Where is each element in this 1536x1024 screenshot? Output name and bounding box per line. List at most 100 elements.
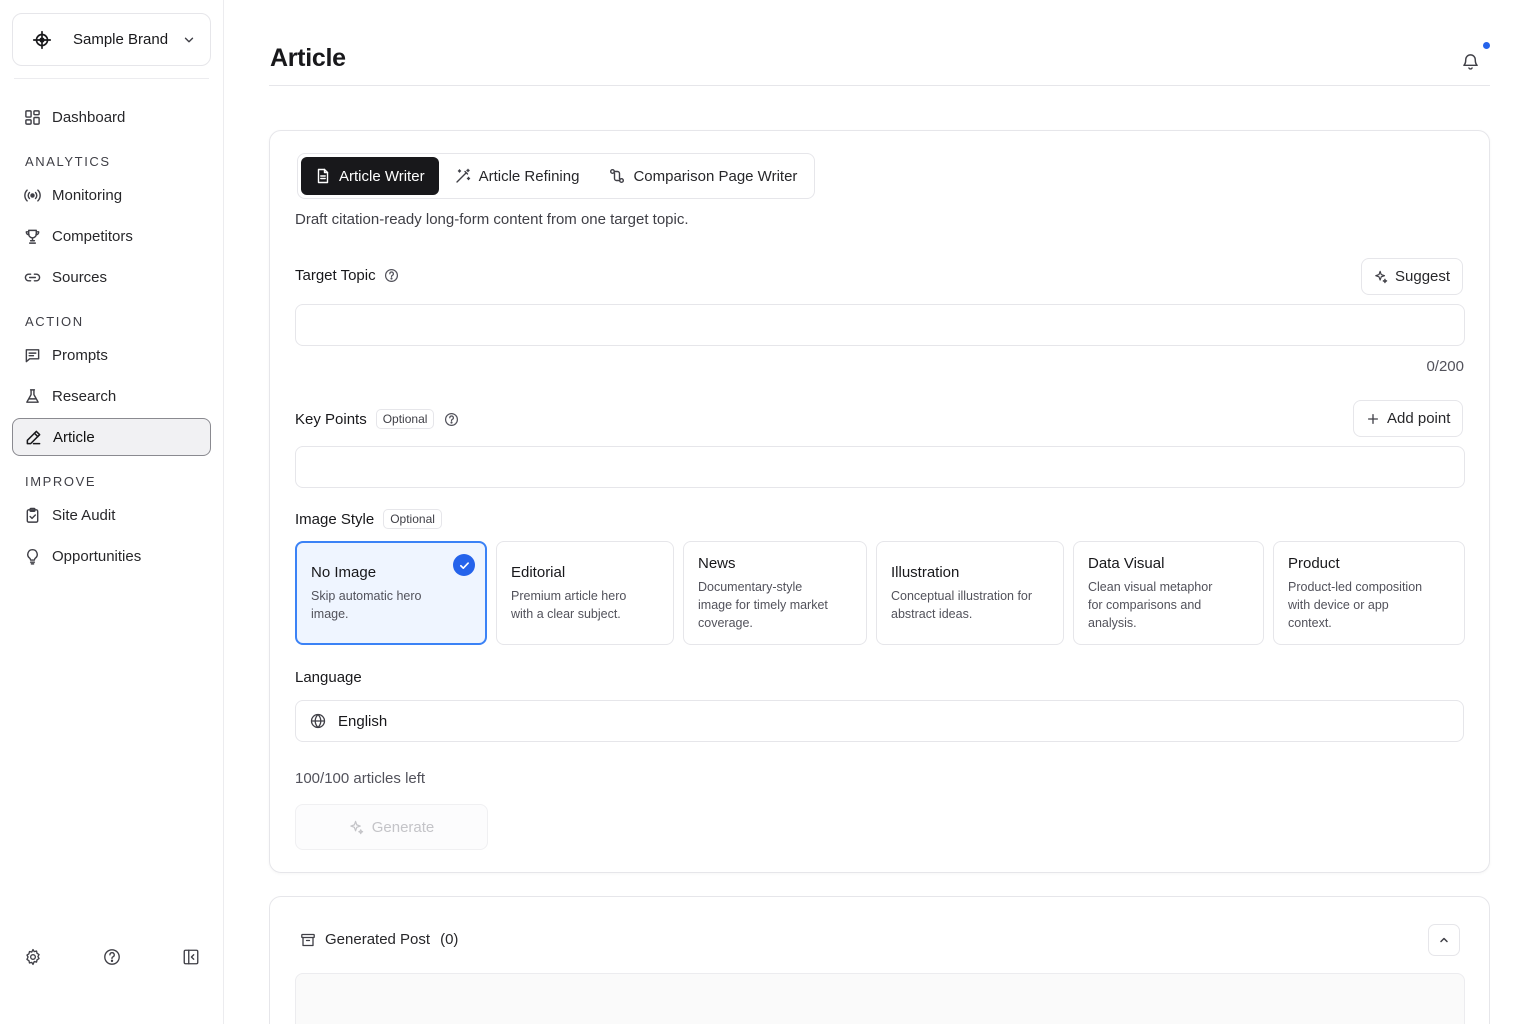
target-topic-input[interactable] (295, 304, 1465, 346)
add-point-label: Add point (1387, 410, 1451, 427)
bell-icon[interactable] (1461, 52, 1480, 71)
sidebar-item-label: Research (52, 387, 117, 405)
sidebar-nav: Dashboard ANALYTICS Monitoring Competito… (12, 98, 211, 578)
key-points-label-row: Key Points Optional (295, 409, 459, 429)
image-style-data-visual[interactable]: Data Visual Clean visual metaphor for co… (1073, 541, 1264, 645)
sidebar-item-site-audit[interactable]: Site Audit (12, 496, 211, 534)
style-desc: Documentary-style image for timely marke… (698, 579, 828, 630)
help-circle-icon[interactable] (444, 412, 459, 427)
tab-label: Article Refining (478, 167, 580, 185)
section-label-improve: IMPROVE (25, 473, 97, 489)
sidebar-item-label: Site Audit (52, 506, 116, 524)
generated-post-label: Generated Post (325, 931, 431, 948)
writer-tabs: Article Writer Article Refining Comparis… (297, 153, 816, 199)
document-icon (315, 168, 331, 184)
sparkle-icon (1374, 270, 1388, 284)
title-divider (269, 85, 1490, 86)
generate-label: Generate (371, 818, 435, 836)
style-desc: Premium article hero with a clear subjec… (511, 588, 627, 621)
git-compare-icon (609, 168, 625, 184)
brand-switcher[interactable]: Sample Brand (12, 13, 211, 66)
style-desc: Product-led composition with device or a… (1288, 579, 1423, 630)
style-title: Data Visual (1088, 554, 1165, 572)
sidebar-item-sources[interactable]: Sources (12, 258, 211, 296)
sidebar-item-competitors[interactable]: Competitors (12, 217, 211, 255)
sidebar-item-research[interactable]: Research (12, 377, 211, 415)
lightbulb-icon (24, 548, 41, 565)
archive-icon (300, 932, 316, 948)
sidebar-item-label: Competitors (52, 227, 133, 245)
image-style-options: No Image Skip automatic hero image. Edit… (295, 541, 1465, 645)
optional-badge: Optional (375, 409, 435, 429)
sidebar-collapse-icon[interactable] (182, 948, 200, 966)
style-title: Product (1288, 554, 1340, 572)
style-desc: Conceptual illustration for abstract ide… (891, 588, 1033, 621)
suggest-button[interactable]: Suggest (1361, 258, 1464, 295)
section-label-analytics: ANALYTICS (25, 153, 111, 169)
generated-post-header: Generated Post (0) (300, 931, 458, 948)
clipboard-check-icon (24, 507, 41, 524)
key-points-label: Key Points (295, 410, 367, 428)
link-icon (24, 269, 41, 286)
flask-icon (24, 388, 41, 405)
chevron-down-icon (182, 33, 196, 47)
tab-article-writer[interactable]: Article Writer (301, 157, 439, 195)
style-title: Editorial (511, 563, 566, 581)
tab-label: Article Writer (339, 167, 425, 185)
sidebar-item-prompts[interactable]: Prompts (12, 336, 211, 374)
help-icon[interactable] (103, 948, 121, 966)
image-style-label-row: Image Style Optional (295, 509, 442, 529)
sidebar-item-opportunities[interactable]: Opportunities (12, 537, 211, 575)
target-topic-counter: 0/200 (1426, 358, 1464, 375)
sidebar-item-label: Dashboard (52, 108, 126, 126)
chevron-up-icon (1438, 934, 1450, 946)
sidebar-item-label: Sources (52, 268, 108, 286)
articles-quota: 100/100 articles left (295, 770, 426, 787)
tab-comparison-page-writer[interactable]: Comparison Page Writer (595, 157, 811, 195)
optional-badge: Optional (383, 509, 442, 529)
sidebar-item-article[interactable]: Article (12, 418, 211, 456)
language-select[interactable]: English (295, 700, 1464, 742)
image-style-no-image[interactable]: No Image Skip automatic hero image. (295, 541, 487, 645)
generate-button[interactable]: Generate (295, 804, 488, 850)
language-label-row: Language (295, 669, 362, 686)
image-style-editorial[interactable]: Editorial Premium article hero with a cl… (496, 541, 674, 645)
brand-name: Sample Brand (73, 31, 169, 48)
page-title: Article (270, 44, 346, 72)
language-label: Language (295, 669, 362, 686)
image-style-illustration[interactable]: Illustration Conceptual illustration for… (876, 541, 1064, 645)
add-point-button[interactable]: Add point (1353, 400, 1464, 437)
magic-wand-icon (455, 168, 471, 184)
key-points-input[interactable] (295, 446, 1465, 488)
sparkle-icon (349, 820, 364, 835)
brand-logo-icon (31, 29, 53, 51)
sidebar-item-monitoring[interactable]: Monitoring (12, 176, 211, 214)
image-style-product[interactable]: Product Product-led composition with dev… (1273, 541, 1465, 645)
image-style-label: Image Style (295, 510, 375, 528)
generated-post-card: Generated Post (0) (269, 896, 1490, 1024)
help-circle-icon[interactable] (384, 268, 399, 283)
sidebar-item-label: Prompts (52, 346, 108, 364)
target-topic-label-row: Target Topic (295, 267, 399, 284)
sidebar-footer (24, 948, 200, 966)
image-style-news[interactable]: News Documentary-style image for timely … (683, 541, 867, 645)
dashboard-icon (24, 109, 41, 126)
collapse-button[interactable] (1428, 924, 1460, 956)
gear-icon[interactable] (24, 948, 42, 966)
sidebar-item-label: Monitoring (52, 186, 123, 204)
language-value: English (338, 712, 388, 730)
style-title: News (698, 554, 736, 572)
globe-icon (310, 713, 326, 729)
plus-icon (1366, 412, 1380, 426)
generated-post-count: (0) (440, 931, 459, 948)
sidebar: Sample Brand Dashboard ANALYTICS Monitor… (0, 0, 224, 1024)
sidebar-item-dashboard[interactable]: Dashboard (12, 98, 211, 136)
pencil-icon (25, 429, 42, 446)
suggest-label: Suggest (1395, 268, 1451, 285)
article-form-card: Article Writer Article Refining Comparis… (269, 130, 1490, 873)
brand-divider (14, 78, 209, 79)
style-title: Illustration (891, 563, 960, 581)
tab-article-refining[interactable]: Article Refining (441, 157, 594, 195)
broadcast-icon (24, 187, 41, 204)
trophy-icon (24, 228, 41, 245)
